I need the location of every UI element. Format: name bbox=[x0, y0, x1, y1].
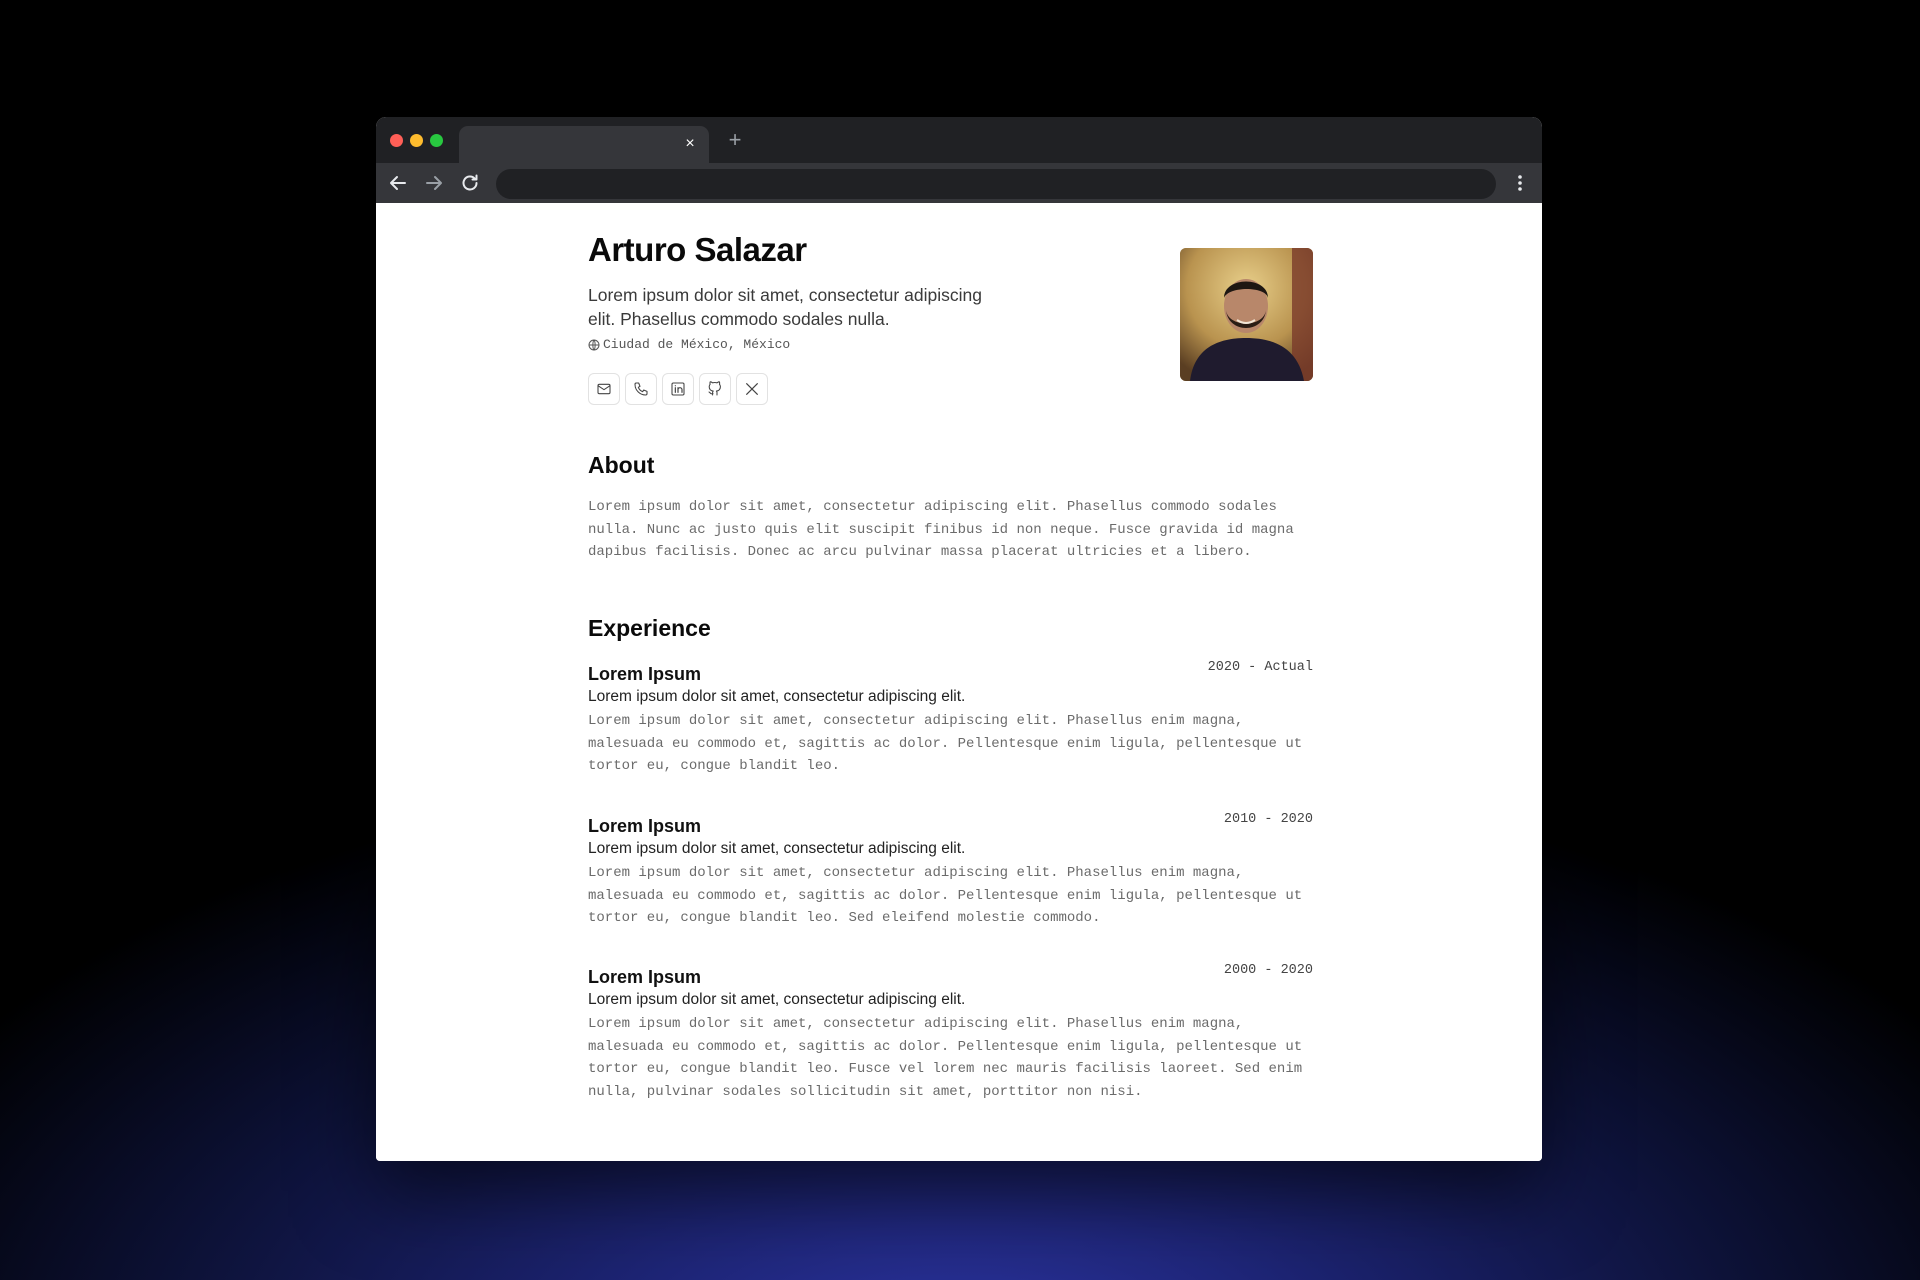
job-company: Lorem Ipsum bbox=[588, 664, 702, 684]
job-description: Lorem ipsum dolor sit amet, consectetur … bbox=[588, 865, 1303, 926]
job-period: 2010 - 2020 bbox=[1223, 812, 1313, 827]
window-close-button[interactable] bbox=[390, 134, 403, 147]
job-period: 2000 - 2020 bbox=[1223, 963, 1313, 978]
linkedin-button[interactable] bbox=[662, 373, 694, 405]
profile-name: Arturo Salazar bbox=[588, 231, 807, 268]
reload-icon[interactable] bbox=[458, 171, 482, 195]
browser-tab[interactable]: × bbox=[459, 126, 709, 163]
job-title: Lorem ipsum dolor sit amet, consectetur … bbox=[588, 991, 966, 1008]
browser-toolbar bbox=[376, 163, 1542, 203]
new-tab-button[interactable]: + bbox=[724, 129, 746, 151]
avatar bbox=[1180, 248, 1313, 381]
job-description: Lorem ipsum dolor sit amet, consectetur … bbox=[588, 1016, 1303, 1100]
back-icon[interactable] bbox=[386, 171, 410, 195]
job-company: Lorem Ipsum bbox=[588, 967, 702, 987]
social-links bbox=[588, 373, 768, 405]
profile-headline: Lorem ipsum dolor sit amet, consectetur … bbox=[588, 285, 982, 329]
browser-menu-icon[interactable] bbox=[1508, 171, 1532, 195]
about-heading: About bbox=[588, 452, 655, 478]
about-text: Lorem ipsum dolor sit amet, consectetur … bbox=[588, 499, 1294, 560]
linkedin-icon bbox=[671, 382, 685, 396]
globe-icon bbox=[588, 339, 600, 350]
page-content: Arturo Salazar Lorem ipsum dolor sit ame… bbox=[376, 203, 1542, 1161]
job-period: 2020 - Actual bbox=[1207, 660, 1313, 675]
browser-titlebar: × + bbox=[376, 117, 1542, 163]
x-button[interactable] bbox=[736, 373, 768, 405]
experience-heading: Experience bbox=[588, 615, 711, 641]
x-icon bbox=[746, 383, 758, 395]
job-description: Lorem ipsum dolor sit amet, consectetur … bbox=[588, 713, 1303, 774]
phone-button[interactable] bbox=[625, 373, 657, 405]
forward-icon[interactable] bbox=[422, 171, 446, 195]
github-icon bbox=[708, 381, 721, 396]
job-title: Lorem ipsum dolor sit amet, consectetur … bbox=[588, 688, 966, 705]
window-minimize-button[interactable] bbox=[410, 134, 423, 147]
browser-window: × + Arturo Salazar Lorem ipsum dolor sit… bbox=[376, 117, 1542, 1161]
job-title: Lorem ipsum dolor sit amet, consectetur … bbox=[588, 840, 966, 857]
github-button[interactable] bbox=[699, 373, 731, 405]
address-bar[interactable] bbox=[496, 169, 1496, 199]
window-maximize-button[interactable] bbox=[430, 134, 443, 147]
email-button[interactable] bbox=[588, 373, 620, 405]
phone-icon bbox=[634, 382, 648, 396]
profile-location[interactable]: Ciudad de México, México bbox=[588, 337, 790, 352]
job-company: Lorem Ipsum bbox=[588, 816, 702, 836]
mail-icon bbox=[597, 383, 611, 395]
location-label: Ciudad de México, México bbox=[603, 337, 791, 352]
tab-close-icon[interactable]: × bbox=[681, 135, 699, 153]
